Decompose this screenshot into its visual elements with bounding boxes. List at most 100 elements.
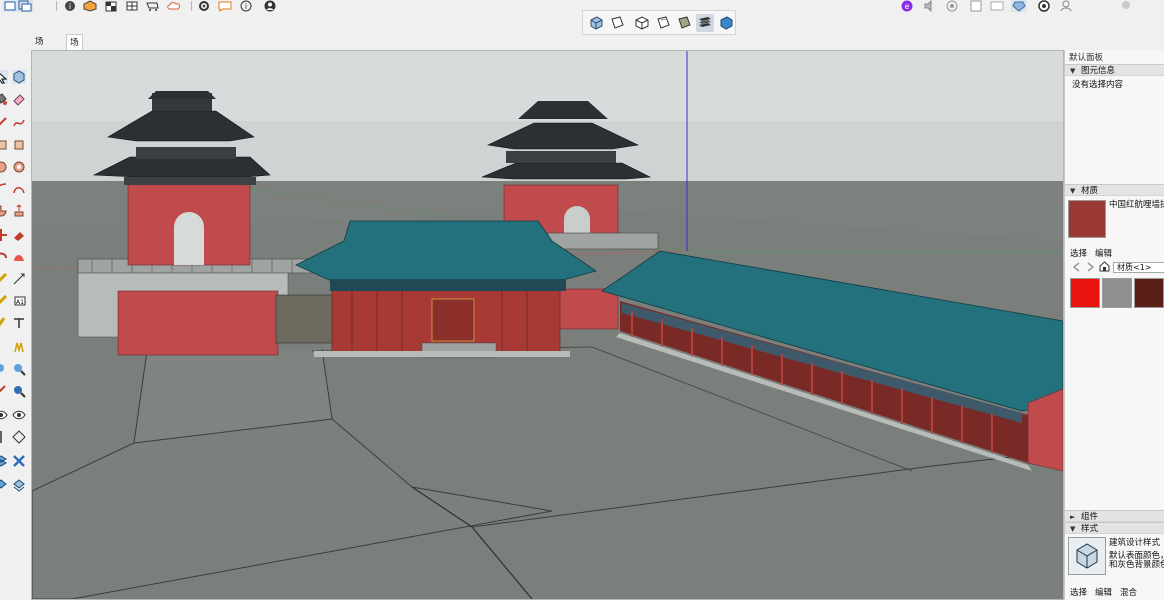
iso-view-icon[interactable] — [587, 14, 605, 32]
materials-header[interactable]: ▼ 材质 — [1065, 184, 1164, 196]
entity-info-header[interactable]: ▼ 图元信息 — [1065, 64, 1164, 76]
chevron-down-icon: ▼ — [1070, 187, 1076, 195]
tray-title: 默认面板 — [1069, 53, 1104, 63]
3d-text-icon[interactable] — [12, 316, 26, 330]
shaded-icon[interactable] — [675, 14, 693, 32]
solid-tools-icon[interactable] — [12, 454, 26, 468]
zoom-icon[interactable] — [0, 362, 8, 376]
dimension-icon[interactable] — [12, 272, 26, 286]
pie-icon[interactable] — [0, 204, 8, 218]
select-icon[interactable] — [0, 70, 8, 84]
svg-text:i: i — [245, 2, 247, 11]
polygon-icon[interactable] — [12, 160, 26, 174]
move-icon[interactable] — [0, 228, 8, 242]
rotated-rectangle-icon[interactable] — [12, 138, 26, 152]
paint-bucket-icon[interactable] — [0, 92, 8, 106]
offset-icon[interactable] — [12, 250, 26, 264]
orbit-icon[interactable] — [0, 340, 8, 354]
current-material-name[interactable]: 中国红航哩墙抹瓦 — [1109, 198, 1164, 210]
text-icon[interactable]: A1 — [12, 294, 26, 308]
message-icon[interactable] — [217, 0, 233, 12]
display-icon[interactable] — [989, 0, 1005, 12]
model-viewport[interactable] — [31, 50, 1064, 600]
components-header[interactable]: ► 组件 — [1065, 510, 1164, 522]
arc-icon[interactable] — [0, 182, 8, 196]
scene-tab-2[interactable]: 场景号2 — [66, 34, 83, 96]
model-info-icon[interactable]: i — [62, 0, 78, 12]
pan-icon[interactable] — [12, 340, 26, 354]
cloud-sync-icon[interactable] — [166, 0, 182, 12]
material-swatch-red[interactable] — [1070, 278, 1100, 308]
warehouse-icon[interactable] — [145, 0, 161, 12]
zoom-window-icon[interactable] — [12, 362, 26, 376]
ruby-console-icon[interactable] — [1011, 0, 1027, 12]
pushpull-icon[interactable] — [12, 204, 26, 218]
section-plane-icon[interactable] — [12, 430, 26, 444]
zoom-search-icon[interactable] — [12, 384, 26, 398]
position-camera-icon[interactable] — [0, 408, 8, 422]
walk-icon[interactable] — [0, 430, 8, 444]
home-icon[interactable] — [1099, 261, 1110, 272]
chevron-down-icon: ▼ — [1070, 67, 1076, 75]
styles-tab-select[interactable]: 选择 — [1070, 586, 1087, 598]
back-arrow-icon[interactable] — [1072, 262, 1082, 272]
components-icon[interactable] — [82, 0, 98, 12]
freehand-icon[interactable] — [12, 116, 26, 130]
extension-icon[interactable]: e — [899, 0, 915, 12]
two-point-arc-icon[interactable] — [12, 182, 26, 196]
scene-tab-1[interactable]: 场景号1 — [32, 34, 47, 95]
rotate-icon[interactable] — [0, 250, 8, 264]
followme-icon[interactable] — [12, 228, 26, 242]
front-view-icon[interactable] — [633, 14, 651, 32]
view-toolbar — [582, 10, 736, 35]
style-name: 建筑设计样式 — [1109, 538, 1161, 548]
current-material-swatch[interactable] — [1068, 200, 1106, 238]
zoom-extents-icon[interactable] — [0, 384, 8, 398]
top-view-icon[interactable] — [608, 14, 626, 32]
cloud-icon[interactable] — [124, 0, 140, 12]
square-icon[interactable] — [968, 0, 984, 12]
svg-text:e: e — [905, 2, 910, 11]
left-toolbar: A1 — [0, 62, 30, 522]
profile-icon[interactable] — [1118, 0, 1134, 12]
outer-shell-icon[interactable] — [0, 478, 8, 492]
materials-tab-edit[interactable]: 编辑 — [1095, 247, 1112, 259]
styles-tab-mix[interactable]: 混合 — [1120, 586, 1137, 598]
shaded-textures-icon[interactable] — [696, 14, 714, 32]
material-swatch-brown[interactable] — [1134, 278, 1164, 308]
eraser-icon[interactable] — [12, 92, 26, 106]
styles-header[interactable]: ▼ 样式 — [1065, 522, 1164, 534]
intersect-icon[interactable] — [12, 478, 26, 492]
window-icon[interactable] — [17, 0, 33, 12]
material-collection-select[interactable]: 材质<1> — [1113, 262, 1164, 273]
tape-measure-icon[interactable] — [0, 294, 8, 308]
chevron-down-icon: ▼ — [1070, 525, 1076, 533]
style-preview-icon — [1069, 538, 1105, 574]
sandbox-icon[interactable] — [0, 454, 8, 468]
make-component-icon[interactable] — [12, 70, 26, 84]
forward-arrow-icon[interactable] — [1085, 262, 1095, 272]
user-icon[interactable] — [1058, 0, 1074, 12]
axes-icon[interactable] — [0, 316, 8, 330]
account-icon[interactable] — [262, 0, 278, 12]
scale-icon[interactable] — [0, 272, 8, 286]
style-thumbnail[interactable] — [1068, 537, 1106, 575]
rectangle-icon[interactable] — [0, 138, 8, 152]
target-icon[interactable] — [944, 0, 960, 12]
toolbar-icon[interactable] — [2, 0, 18, 12]
gear-icon[interactable] — [196, 0, 212, 12]
default-tray: 默认面板 ▼ 图元信息 没有选择内容 ▼ 材质 中国红航哩墙抹瓦 选择 编辑 材… — [1064, 50, 1164, 600]
material-swatch-stone[interactable] — [1102, 278, 1132, 308]
materials-icon[interactable] — [103, 0, 119, 12]
sound-icon[interactable] — [922, 0, 938, 13]
scene-render — [32, 51, 1063, 599]
styles-tab-edit[interactable]: 编辑 — [1095, 586, 1112, 598]
right-view-icon[interactable] — [654, 14, 672, 32]
materials-tab-select[interactable]: 选择 — [1070, 247, 1087, 259]
style-icon[interactable] — [1036, 0, 1052, 12]
look-around-icon[interactable] — [12, 408, 26, 422]
help-icon[interactable]: i — [238, 0, 254, 12]
circle-icon[interactable] — [0, 160, 8, 174]
monochrome-icon[interactable] — [717, 14, 735, 32]
line-icon[interactable] — [0, 116, 8, 130]
